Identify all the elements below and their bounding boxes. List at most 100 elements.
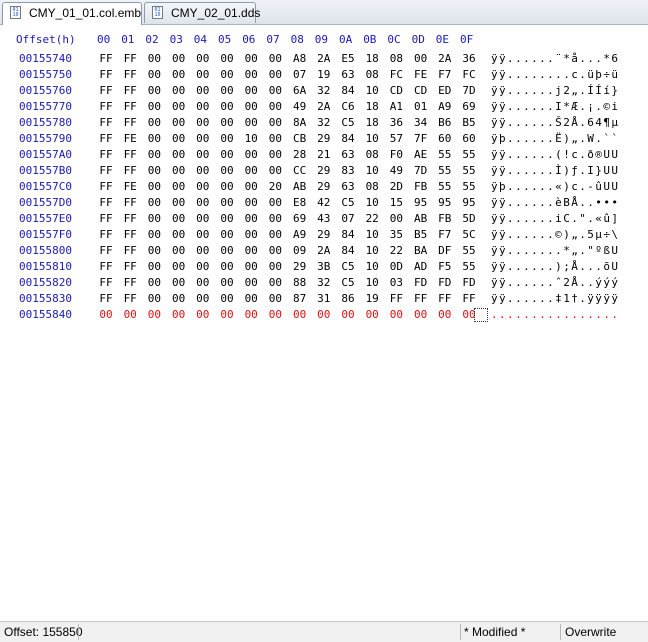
hex-byte-cell[interactable]: 00	[194, 196, 212, 209]
ascii-text[interactable]: ÿÿ......I*Æ.¡.©i	[491, 100, 619, 113]
hex-byte-cell[interactable]: 08	[363, 68, 381, 81]
hex-byte-cell[interactable]: 00	[170, 292, 188, 305]
hex-byte-cell[interactable]: AD	[412, 260, 430, 273]
hex-byte-cell[interactable]: 69	[460, 100, 478, 113]
hex-byte-cell[interactable]: F7	[436, 228, 454, 241]
hex-byte-cell[interactable]: 00	[266, 212, 284, 225]
hex-byte-cell[interactable]: 29	[291, 260, 309, 273]
ascii-text[interactable]: ÿþ......«)c.-ûUU	[491, 180, 619, 193]
hex-byte-cell[interactable]: 32	[315, 276, 333, 289]
ascii-text[interactable]: ÿÿ......‡1†.ÿÿÿÿ	[491, 292, 619, 305]
hex-byte-cell[interactable]: 00	[436, 308, 454, 321]
hex-byte-cell[interactable]: 00	[170, 132, 188, 145]
hex-byte-cell[interactable]: FF	[121, 164, 139, 177]
hex-byte-cell[interactable]: 00	[218, 132, 236, 145]
hex-byte-cell[interactable]: 00	[242, 260, 260, 273]
hex-byte-cell[interactable]: CD	[387, 84, 405, 97]
hex-byte-cell[interactable]: 00	[194, 84, 212, 97]
hex-byte-cell[interactable]: 00	[387, 212, 405, 225]
hex-byte-cell[interactable]: C5	[339, 276, 357, 289]
hex-byte-cell[interactable]: 00	[170, 180, 188, 193]
hex-byte-cell[interactable]: 00	[145, 52, 163, 65]
hex-byte-cell[interactable]: FF	[97, 180, 115, 193]
hex-byte-cell[interactable]: FF	[121, 276, 139, 289]
hex-byte-cell[interactable]: FF	[436, 292, 454, 305]
hex-byte-cell[interactable]: 00	[194, 52, 212, 65]
hex-byte-cell[interactable]: 00	[242, 52, 260, 65]
hex-byte-cell[interactable]: 57	[387, 132, 405, 145]
ascii-text[interactable]: ÿÿ......Š2Å.64¶µ	[491, 116, 619, 129]
hex-byte-cell[interactable]: 00	[194, 116, 212, 129]
hex-byte-cell[interactable]: FF	[97, 52, 115, 65]
hex-byte-cell[interactable]: 63	[339, 148, 357, 161]
hex-byte-cell[interactable]: 00	[218, 52, 236, 65]
hex-byte-cell[interactable]: 00	[266, 164, 284, 177]
hex-byte-cell[interactable]: FE	[412, 68, 430, 81]
hex-byte-cell[interactable]: 35	[387, 228, 405, 241]
hex-byte-cell[interactable]: 00	[363, 308, 381, 321]
hex-byte-cell[interactable]: FF	[121, 292, 139, 305]
hex-byte-cell[interactable]: 20	[266, 180, 284, 193]
hex-byte-cell[interactable]: 00	[145, 164, 163, 177]
hex-byte-cell[interactable]: 87	[291, 292, 309, 305]
hex-byte-cell[interactable]: AB	[412, 212, 430, 225]
hex-byte-cell[interactable]: 69	[291, 212, 309, 225]
hex-byte-cell[interactable]: 36	[460, 52, 478, 65]
hex-byte-cell[interactable]: 95	[412, 196, 430, 209]
hex-byte-cell[interactable]: 84	[339, 244, 357, 257]
hex-byte-cell[interactable]: FF	[97, 228, 115, 241]
hex-byte-cell[interactable]: 00	[194, 100, 212, 113]
hex-byte-cell[interactable]: 00	[291, 308, 309, 321]
hex-byte-cell[interactable]: 00	[266, 68, 284, 81]
hex-byte-cell[interactable]: FF	[121, 52, 139, 65]
hex-byte-cell[interactable]: CC	[291, 164, 309, 177]
ascii-text[interactable]: ................	[491, 308, 619, 321]
hex-byte-cell[interactable]: FE	[121, 180, 139, 193]
hex-byte-cell[interactable]: 00	[145, 276, 163, 289]
hex-byte-cell[interactable]: C5	[339, 116, 357, 129]
hex-byte-cell[interactable]: 10	[363, 196, 381, 209]
status-mode[interactable]: Overwrite	[565, 625, 616, 639]
hex-byte-cell[interactable]: 08	[387, 52, 405, 65]
hex-byte-cell[interactable]: FF	[121, 116, 139, 129]
hex-byte-cell[interactable]: A8	[291, 52, 309, 65]
hex-byte-cell[interactable]: 55	[460, 180, 478, 193]
hex-byte-cell[interactable]: 55	[436, 164, 454, 177]
hex-byte-cell[interactable]: 00	[266, 260, 284, 273]
ascii-text[interactable]: ÿÿ......èBÅ..•••	[491, 196, 619, 209]
hex-byte-cell[interactable]: 00	[194, 132, 212, 145]
ascii-text[interactable]: ÿÿ......iC.".«û]	[491, 212, 619, 225]
hex-byte-cell[interactable]: 00	[242, 100, 260, 113]
hex-byte-cell[interactable]: FF	[121, 148, 139, 161]
hex-byte-cell[interactable]: FB	[412, 180, 430, 193]
hex-byte-cell[interactable]: 00	[266, 132, 284, 145]
hex-byte-cell[interactable]: B5	[460, 116, 478, 129]
hex-byte-cell[interactable]: FC	[387, 68, 405, 81]
ascii-text[interactable]: ÿÿ......ˆ2Å..ýýý	[491, 276, 619, 289]
hex-byte-cell[interactable]: 84	[339, 228, 357, 241]
hex-byte-cell[interactable]: 00	[218, 100, 236, 113]
hex-byte-cell[interactable]: FD	[412, 276, 430, 289]
hex-byte-cell[interactable]: 60	[460, 132, 478, 145]
hex-byte-cell[interactable]: 00	[315, 308, 333, 321]
hex-byte-cell[interactable]: FF	[121, 228, 139, 241]
hex-byte-cell[interactable]: 00	[170, 100, 188, 113]
hex-byte-cell[interactable]: 00	[218, 196, 236, 209]
hex-byte-cell[interactable]: 00	[266, 116, 284, 129]
hex-byte-cell[interactable]: 00	[194, 148, 212, 161]
hex-byte-cell[interactable]: 84	[339, 132, 357, 145]
hex-byte-cell[interactable]: E5	[339, 52, 357, 65]
edit-caret[interactable]	[474, 308, 488, 322]
hex-byte-cell[interactable]: 36	[387, 116, 405, 129]
hex-byte-cell[interactable]: 18	[363, 116, 381, 129]
hex-byte-cell[interactable]: C5	[339, 196, 357, 209]
hex-byte-cell[interactable]: 00	[218, 68, 236, 81]
hex-byte-cell[interactable]: 00	[242, 292, 260, 305]
hex-byte-cell[interactable]: 00	[218, 244, 236, 257]
hex-byte-cell[interactable]: FF	[97, 276, 115, 289]
hex-byte-cell[interactable]: 00	[145, 244, 163, 257]
hex-byte-cell[interactable]: F7	[436, 68, 454, 81]
hex-byte-cell[interactable]: 00	[170, 116, 188, 129]
hex-byte-cell[interactable]: FD	[436, 276, 454, 289]
hex-byte-cell[interactable]: 07	[339, 212, 357, 225]
